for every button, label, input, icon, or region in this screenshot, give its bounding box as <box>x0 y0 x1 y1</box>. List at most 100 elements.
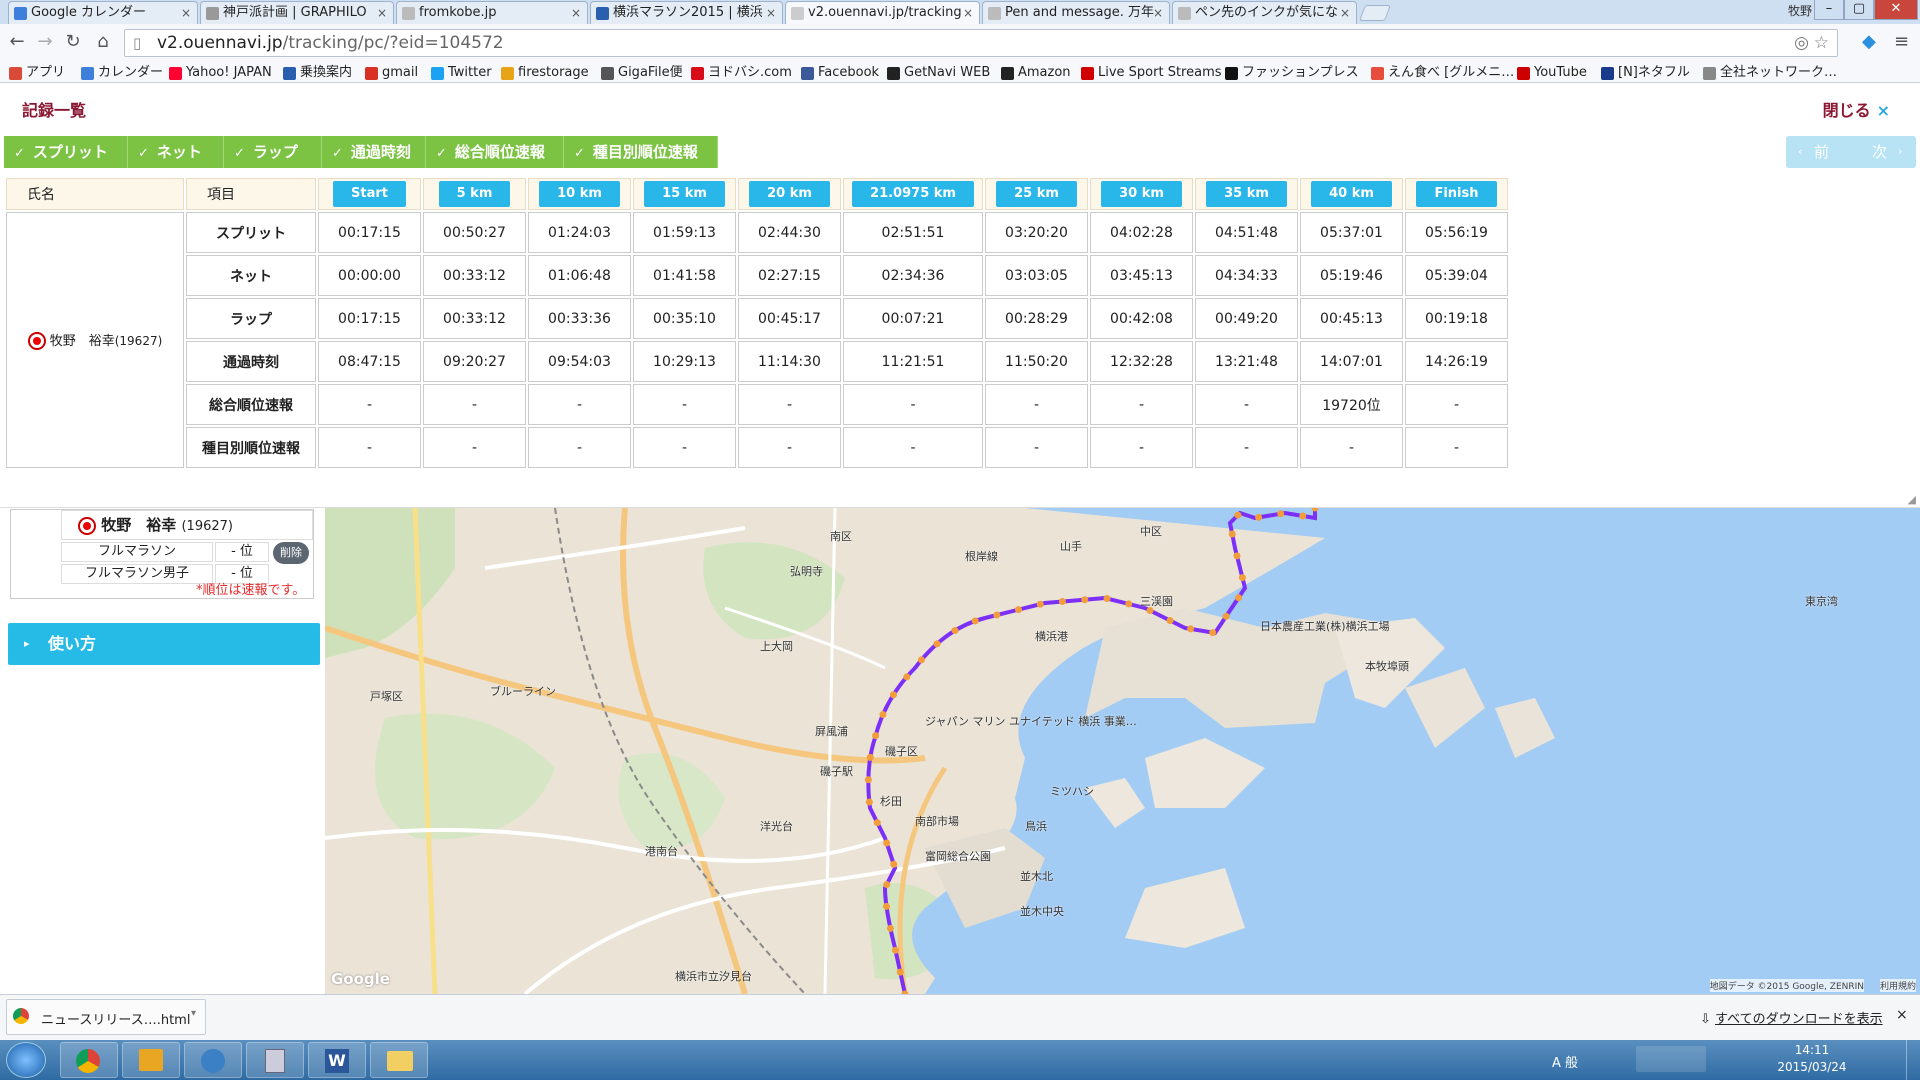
outlook-taskbar-icon[interactable] <box>122 1042 180 1078</box>
bookmark-item[interactable]: ファッションプレス <box>1224 64 1359 82</box>
forward-icon[interactable]: → <box>34 30 56 54</box>
filter-tab[interactable]: ✓ 種目別順位速報 <box>564 136 718 168</box>
calculator-taskbar-icon[interactable] <box>246 1042 304 1078</box>
checkpoint-label[interactable]: Start <box>333 181 406 207</box>
checkpoint-label[interactable]: 30 km <box>1101 181 1182 207</box>
chrome-taskbar-icon[interactable] <box>60 1042 118 1078</box>
course-map[interactable]: 南区 中区 山手 三渓園 本牧埠頭 戸塚区 上大岡 弘明寺 磯子区 屏風浦 杉田 洋光台 港南台 富岡総合… <box>325 508 1920 994</box>
bookmark-item[interactable]: カレンダー <box>80 64 163 82</box>
tab-close-icon[interactable]: × <box>571 2 581 24</box>
profile-name[interactable]: 牧野 <box>1788 2 1812 19</box>
bookmark-item[interactable]: 乗換案内 <box>282 64 352 82</box>
bookmark-item[interactable]: えん食べ [グルメニ… <box>1370 64 1514 82</box>
tab-favicon-icon <box>206 7 219 20</box>
bookmark-item[interactable]: アプリ <box>8 64 65 82</box>
tab-close-icon[interactable]: × <box>963 2 973 24</box>
tab-close-icon[interactable]: × <box>1153 2 1163 24</box>
browser-tab[interactable]: 横浜マラソン2015 | 横浜 × <box>590 1 783 24</box>
tray-icons[interactable] <box>1636 1046 1706 1072</box>
runner-bib: (19627) <box>114 333 163 348</box>
bookmark-item[interactable]: Amazon <box>1000 64 1071 82</box>
download-arrow-icon: ⇩ <box>1700 1012 1716 1027</box>
table-row: 種目別順位速報 - - - - - - - - - - - <box>6 427 1508 468</box>
bookmark-item[interactable]: GetNavi WEB <box>886 64 990 82</box>
checkpoint-label[interactable]: 10 km <box>539 181 620 207</box>
explorer-taskbar-icon[interactable] <box>370 1042 428 1078</box>
checkpoint-label[interactable]: 5 km <box>438 181 511 207</box>
map-place-label: 東京湾 <box>1805 595 1838 608</box>
thunderbird-taskbar-icon[interactable] <box>184 1042 242 1078</box>
filter-tab[interactable]: ✓ スプリット <box>4 136 128 168</box>
bookmark-item[interactable]: 全社ネットワーク… <box>1702 64 1837 82</box>
bookmark-label: 全社ネットワーク… <box>1720 65 1838 80</box>
checkpoint-label[interactable]: 21.0975 km <box>852 181 974 207</box>
ime-indicator[interactable]: A 般 <box>1552 1052 1578 1071</box>
filter-tab[interactable]: ✓ 通過時刻 <box>322 136 426 168</box>
delete-runner-button[interactable]: 削除 <box>273 542 309 564</box>
bookmark-item[interactable]: Live Sport Streams <box>1080 64 1222 82</box>
map-terms-link[interactable]: 利用規約 <box>1879 979 1916 992</box>
bookmark-item[interactable]: Twitter <box>430 64 492 82</box>
close-records-button[interactable]: 閉じる × <box>1823 97 1890 121</box>
browser-tab[interactable]: Google カレンダー × <box>8 1 198 24</box>
bookmark-item[interactable]: YouTube <box>1516 64 1587 82</box>
filter-tab[interactable]: ✓ 総合順位速報 <box>426 136 564 168</box>
checkpoint-label[interactable]: 35 km <box>1206 181 1287 207</box>
download-item[interactable]: ニュースリリース….html ▾ <box>6 999 206 1035</box>
route-marker <box>1235 594 1243 602</box>
bookmark-item[interactable]: ヨドバシ.com <box>690 64 792 82</box>
bookmark-item[interactable]: [N]ネタフル <box>1600 64 1690 82</box>
menu-icon[interactable]: ≡ <box>1894 30 1914 54</box>
browser-tab[interactable]: v2.ouennavi.jp/tracking × <box>785 1 980 24</box>
browser-tab[interactable]: fromkobe.jp × <box>396 1 588 24</box>
checkpoint-label[interactable]: 15 km <box>644 181 725 207</box>
table-cell: - <box>1195 384 1298 425</box>
prev-button[interactable]: 前 <box>1814 136 1829 168</box>
start-button-icon[interactable] <box>6 1042 46 1078</box>
bookmark-favicon-icon <box>601 67 614 80</box>
download-bar-close-icon[interactable]: × <box>1896 1007 1908 1023</box>
checkpoint-label[interactable]: Finish <box>1416 181 1497 207</box>
dropbox-icon[interactable]: ◆ <box>1862 30 1882 54</box>
address-bar[interactable]: ▯ v2.ouennavi.jp/tracking/pc/?eid=104572… <box>124 29 1838 57</box>
window-close-icon[interactable]: ✕ <box>1874 0 1918 20</box>
next-button[interactable]: 次 <box>1872 136 1887 168</box>
maximize-icon[interactable]: ▢ <box>1844 0 1874 20</box>
clock-date[interactable]: 2015/03/24 <box>1772 1060 1852 1074</box>
table-cell: - <box>318 384 421 425</box>
runner-name: 牧野 裕幸 <box>49 333 115 349</box>
tab-close-icon[interactable]: × <box>377 2 387 24</box>
show-all-downloads[interactable]: ⇩ すべてのダウンロードを表示 <box>1700 1008 1883 1027</box>
browser-tab[interactable]: Pen and message. 万年 × <box>982 1 1170 24</box>
bookmark-item[interactable]: Yahoo! JAPAN <box>168 64 272 82</box>
minimize-icon[interactable]: – <box>1814 0 1844 20</box>
new-tab-button[interactable] <box>1359 5 1391 21</box>
browser-tab[interactable]: 神戸派計画 | GRAPHILO × <box>200 1 394 24</box>
howto-button[interactable]: ▸ 使い方 <box>8 623 320 665</box>
show-desktop-button[interactable] <box>1906 1040 1920 1080</box>
tab-close-icon[interactable]: × <box>1340 2 1350 24</box>
bookmark-item[interactable]: firestorage <box>500 64 589 82</box>
bookmark-star-icon[interactable]: ☆ <box>1814 30 1829 56</box>
tab-close-icon[interactable]: × <box>766 2 776 24</box>
checkpoint-label[interactable]: 25 km <box>996 181 1077 207</box>
word-taskbar-icon[interactable]: W <box>308 1042 366 1078</box>
download-menu-icon[interactable]: ▾ <box>191 1008 196 1019</box>
bookmark-item[interactable]: Facebook <box>800 64 879 82</box>
location-icon[interactable]: ◎ <box>1794 30 1809 56</box>
tab-title: fromkobe.jp <box>419 5 497 20</box>
bookmark-item[interactable]: GigaFile便 <box>600 64 683 82</box>
checkpoint-label[interactable]: 20 km <box>749 181 830 207</box>
resize-grip-icon[interactable]: ◢ <box>1908 493 1916 506</box>
route-marker <box>917 656 925 664</box>
clock-time[interactable]: 14:11 <box>1772 1043 1852 1057</box>
tab-close-icon[interactable]: × <box>181 2 191 24</box>
back-icon[interactable]: ← <box>6 30 28 54</box>
reload-icon[interactable]: ↻ <box>62 30 84 54</box>
filter-tab[interactable]: ✓ ラップ <box>224 136 322 168</box>
browser-tab[interactable]: ペン先のインクが気にな × <box>1172 1 1357 24</box>
bookmark-item[interactable]: gmail <box>364 64 418 82</box>
filter-tab[interactable]: ✓ ネット <box>128 136 224 168</box>
checkpoint-label[interactable]: 40 km <box>1311 181 1392 207</box>
home-icon[interactable]: ⌂ <box>92 30 114 54</box>
